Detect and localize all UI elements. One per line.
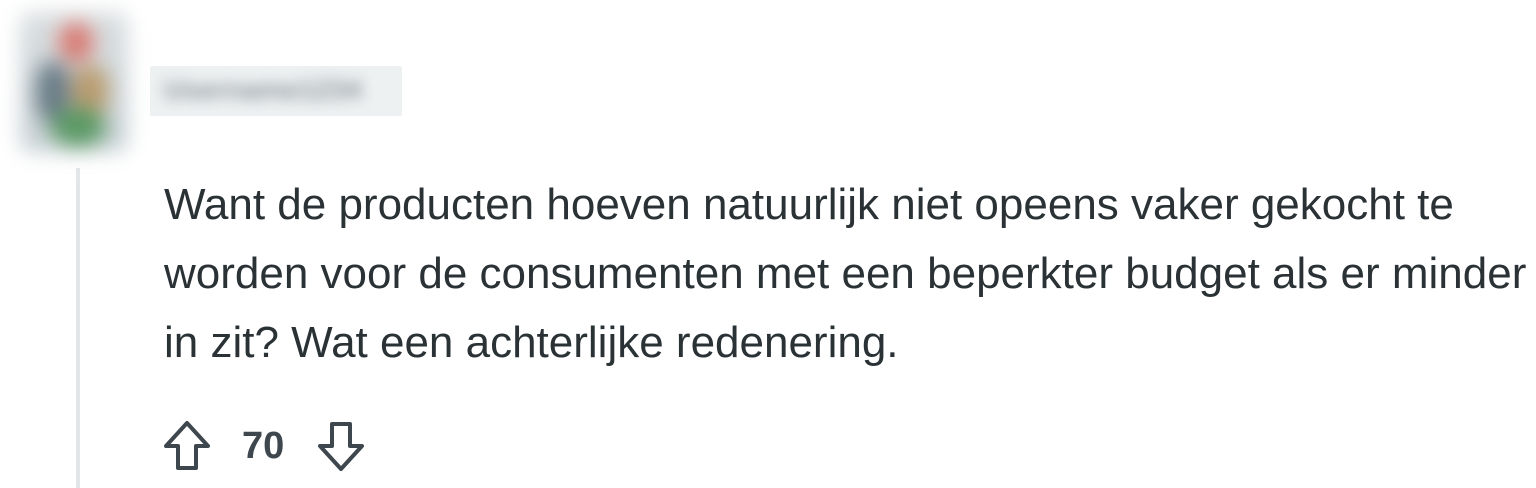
username-link[interactable]: Username1234 xyxy=(150,66,402,116)
avatar-image-part xyxy=(58,22,94,62)
thread-line[interactable] xyxy=(76,168,80,488)
avatar-image-part xyxy=(50,107,106,147)
upvote-button[interactable] xyxy=(160,418,214,474)
comment-body: Want de producten hoeven natuurlijk niet… xyxy=(164,180,1527,367)
username-text: Username1234 xyxy=(164,74,362,105)
avatar[interactable] xyxy=(20,12,128,152)
arrow-up-outline-icon xyxy=(164,421,210,470)
arrow-down-outline-icon xyxy=(318,422,365,471)
downvote-button[interactable] xyxy=(314,418,368,474)
comment-actions: 70 xyxy=(164,418,368,474)
vote-score: 70 xyxy=(242,424,285,467)
